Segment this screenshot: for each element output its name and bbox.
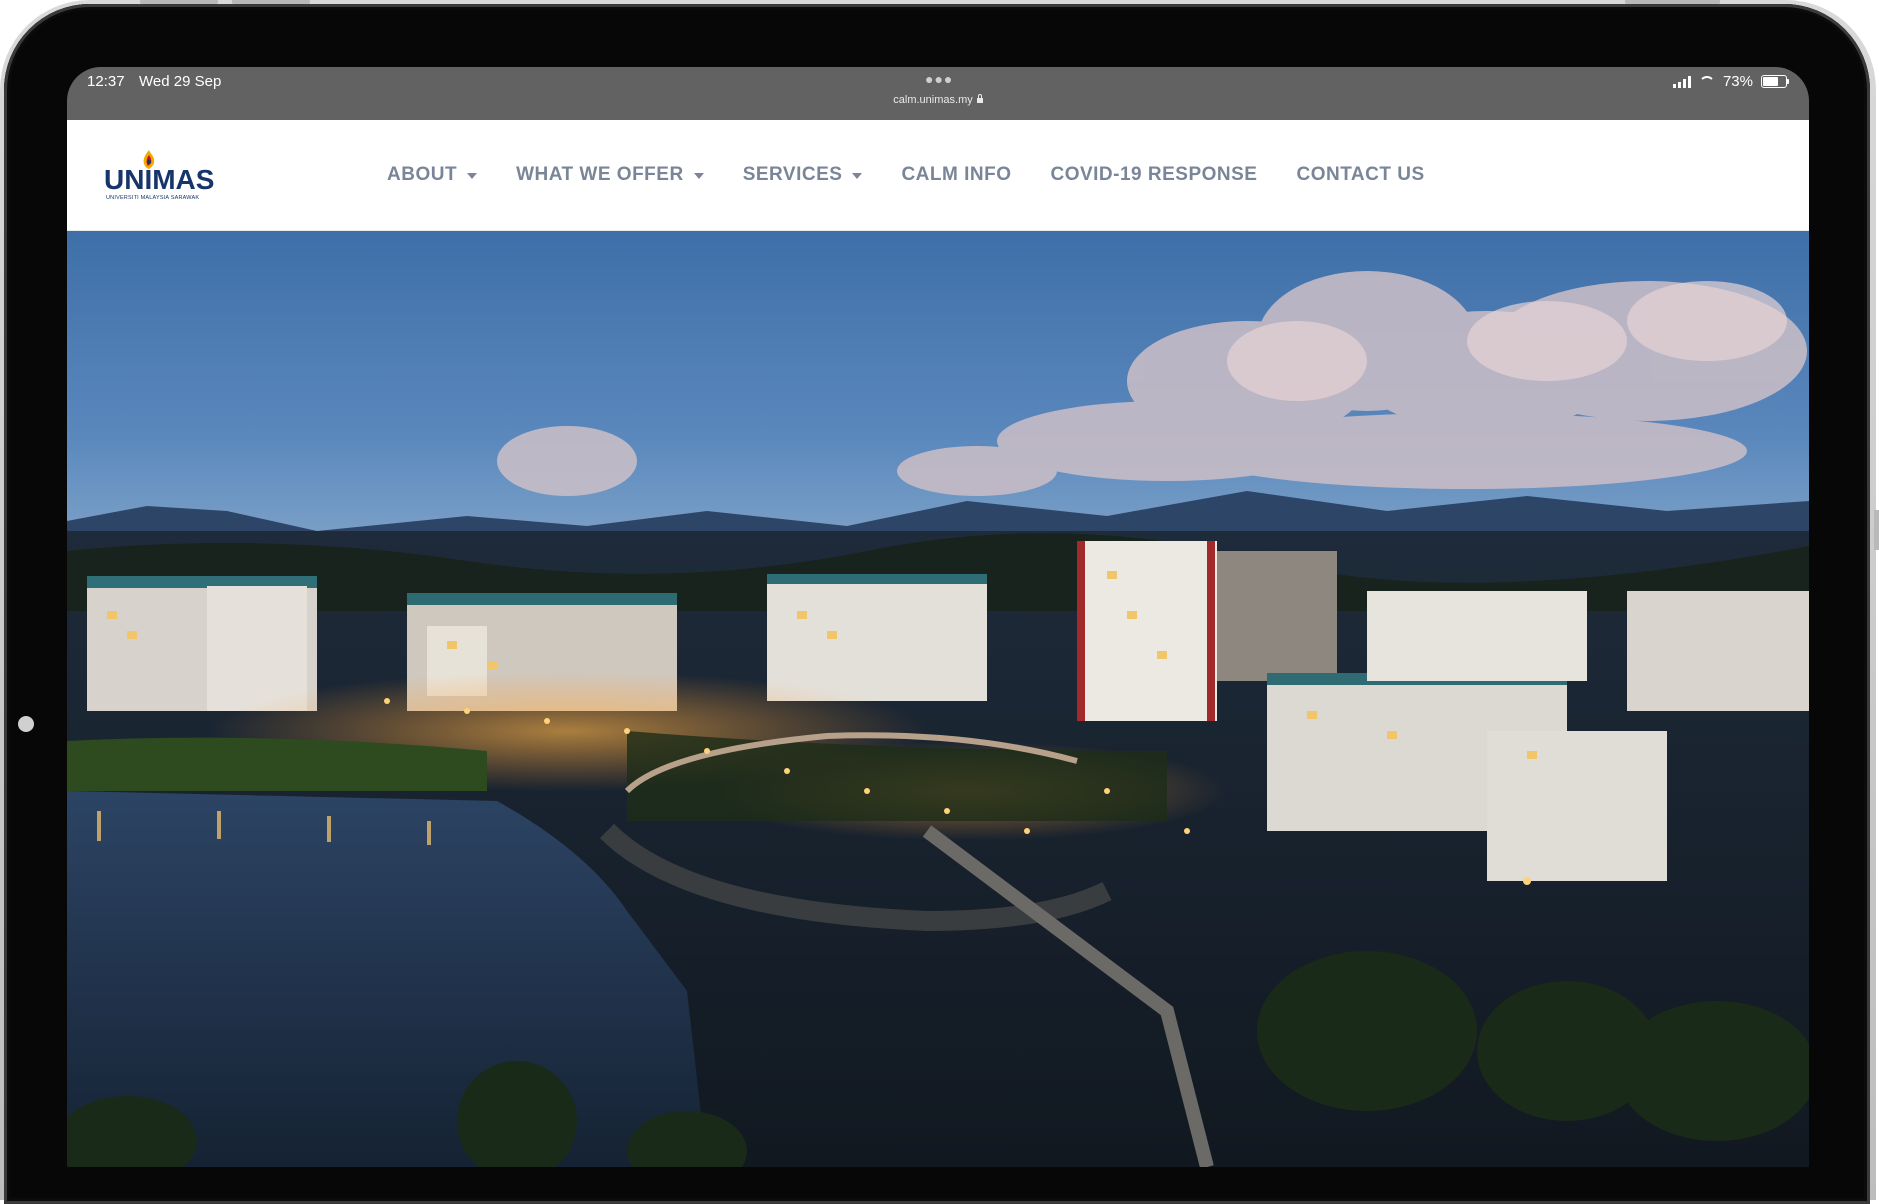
status-time: 12:37: [87, 73, 125, 90]
address-bar[interactable]: calm.unimas.my: [67, 94, 1809, 106]
logo-subtitle: UNIVERSITI MALAYSIA SARAWAK: [106, 195, 200, 201]
nav-contact-us[interactable]: CONTACT US: [1296, 164, 1424, 186]
cellular-signal-icon: [1672, 75, 1691, 88]
logo-wordmark: UNIMAS: [104, 164, 215, 195]
nav-label: ABOUT: [387, 164, 458, 185]
hero-image: [67, 231, 1809, 1167]
more-dots-icon[interactable]: ●●●: [925, 71, 953, 87]
battery-icon: [1761, 75, 1789, 88]
nav-label: COVID-19 RESPONSE: [1050, 164, 1258, 185]
status-bar: 12:37 Wed 29 Sep ●●● calm.unimas.my 73%: [67, 67, 1809, 120]
status-indicators: 73%: [1672, 73, 1789, 90]
side-button: [1874, 510, 1879, 550]
main-navigation: ABOUT WHAT WE OFFER SERVICES CALM INFO C…: [387, 120, 1464, 230]
camera-dot: [18, 716, 34, 732]
status-date: Wed 29 Sep: [139, 73, 222, 90]
unimas-logo[interactable]: UNIMAS UNIVERSITI MALAYSIA SARAWAK: [104, 150, 214, 206]
url-text: calm.unimas.my: [893, 94, 973, 106]
device-screen: 12:37 Wed 29 Sep ●●● calm.unimas.my 73% …: [67, 67, 1809, 1167]
caret-down-icon: [693, 173, 704, 179]
nav-label: CALM INFO: [901, 164, 1012, 185]
nav-label: WHAT WE OFFER: [516, 164, 684, 185]
campus-photo: [67, 231, 1809, 1167]
caret-down-icon: [852, 173, 863, 179]
nav-services[interactable]: SERVICES: [743, 164, 863, 186]
caret-down-icon: [467, 173, 478, 179]
lock-icon: [976, 94, 983, 103]
wifi-icon: [1698, 75, 1715, 88]
nav-what-we-offer[interactable]: WHAT WE OFFER: [516, 164, 704, 186]
nav-calm-info[interactable]: CALM INFO: [901, 164, 1011, 186]
site-header: UNIMAS UNIVERSITI MALAYSIA SARAWAK ABOUT…: [67, 120, 1809, 231]
battery-fill: [1763, 77, 1778, 86]
nav-label: SERVICES: [742, 164, 843, 185]
nav-about[interactable]: ABOUT: [387, 164, 478, 186]
battery-percent: 73%: [1722, 73, 1753, 90]
nav-label: CONTACT US: [1296, 164, 1425, 185]
nav-covid-19-response[interactable]: COVID-19 RESPONSE: [1050, 164, 1257, 186]
